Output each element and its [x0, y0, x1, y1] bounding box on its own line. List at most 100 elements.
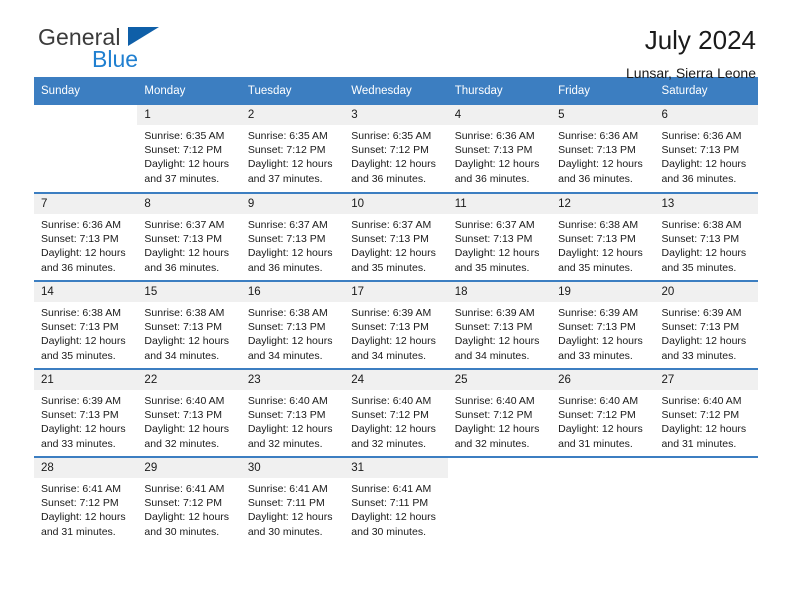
calendar-day-cell[interactable]: 21 Sunrise: 6:39 AM Sunset: 7:13 PM Dayligh… — [34, 368, 138, 457]
day-number: 13 — [654, 194, 758, 214]
day-detail-line: Sunset: 7:13 PM — [351, 321, 429, 334]
day-detail-line: and 32 minutes. — [351, 437, 426, 450]
day-details: Sunrise: 6:38 AM Sunset: 7:13 PM Daylight:… — [241, 302, 344, 363]
day-detail-line: Daylight: 12 hours — [41, 511, 126, 524]
day-detail-line: Sunset: 7:13 PM — [41, 409, 119, 422]
day-number: 19 — [551, 282, 655, 302]
calendar-day-cell[interactable]: 15 Sunrise: 6:38 AM Sunset: 7:13 PM Dayligh… — [137, 280, 241, 369]
calendar-cell-empty — [447, 456, 552, 545]
day-number: 1 — [137, 105, 241, 125]
calendar-day-cell[interactable]: 3 Sunrise: 6:35 AM Sunset: 7:12 PM Daylight… — [344, 105, 448, 193]
calendar-day-cell[interactable]: 23 Sunrise: 6:40 AM Sunset: 7:13 PM Dayligh… — [240, 368, 345, 457]
calendar-day-cell[interactable]: 18 Sunrise: 6:39 AM Sunset: 7:13 PM Dayligh… — [447, 280, 552, 369]
calendar-day-cell[interactable]: 13 Sunrise: 6:38 AM Sunset: 7:13 PM Dayligh… — [654, 192, 758, 281]
calendar-day-cell[interactable]: 28 Sunrise: 6:41 AM Sunset: 7:12 PM Dayligh… — [34, 456, 138, 545]
calendar-day-cell[interactable]: 5 Sunrise: 6:36 AM Sunset: 7:13 PM Daylight… — [551, 105, 655, 193]
calendar-week-row: 28 Sunrise: 6:41 AM Sunset: 7:12 PM Dayligh… — [34, 456, 758, 545]
day-number: 6 — [654, 105, 758, 125]
calendar-week-row: 14 Sunrise: 6:38 AM Sunset: 7:13 PM Dayligh… — [34, 280, 758, 369]
day-detail-line: and 30 minutes. — [247, 525, 323, 538]
day-detail-line: and 36 minutes. — [144, 261, 220, 274]
day-details: Sunrise: 6:41 AM Sunset: 7:11 PM Daylight:… — [241, 478, 344, 539]
day-details: Sunrise: 6:37 AM Sunset: 7:13 PM Daylight:… — [137, 214, 240, 275]
day-number: 2 — [240, 105, 345, 125]
day-number: 22 — [137, 370, 241, 390]
day-detail-line: Sunset: 7:13 PM — [247, 233, 326, 246]
calendar-day-cell[interactable]: 19 Sunrise: 6:39 AM Sunset: 7:13 PM Dayligh… — [551, 280, 655, 369]
day-detail-line: Sunrise: 6:35 AM — [144, 130, 225, 142]
calendar-week-row: 7 Sunrise: 6:36 AM Sunset: 7:13 PM Daylight… — [34, 192, 758, 281]
day-detail-line: Sunset: 7:13 PM — [558, 144, 636, 157]
day-detail-line: and 30 minutes. — [144, 525, 220, 538]
day-detail-line: Sunset: 7:13 PM — [661, 321, 740, 334]
calendar-day-cell[interactable]: 25 Sunrise: 6:40 AM Sunset: 7:12 PM Dayligh… — [447, 368, 552, 457]
day-detail-line: Daylight: 12 hours — [41, 423, 126, 436]
day-detail-line: and 33 minutes. — [558, 349, 633, 362]
day-detail-line: Daylight: 12 hours — [351, 511, 436, 524]
day-details: Sunrise: 6:40 AM Sunset: 7:12 PM Daylight:… — [655, 390, 758, 451]
calendar-day-cell[interactable]: 6 Sunrise: 6:36 AM Sunset: 7:13 PM Daylight… — [654, 105, 758, 193]
day-details: Sunrise: 6:39 AM Sunset: 7:13 PM Daylight:… — [344, 302, 447, 363]
day-detail-line: Daylight: 12 hours — [41, 247, 126, 260]
day-number — [551, 458, 655, 478]
calendar-day-cell[interactable]: 11 Sunrise: 6:37 AM Sunset: 7:13 PM Dayligh… — [447, 192, 552, 281]
day-detail-line: Daylight: 12 hours — [247, 423, 333, 436]
day-detail-line: Sunrise: 6:37 AM — [351, 219, 432, 231]
day-detail-line: and 34 minutes. — [144, 349, 220, 362]
calendar-day-cell[interactable]: 30 Sunrise: 6:41 AM Sunset: 7:11 PM Dayligh… — [240, 456, 345, 545]
day-detail-line: Sunset: 7:13 PM — [41, 321, 119, 334]
day-detail-line: Sunset: 7:13 PM — [144, 321, 223, 334]
day-number: 12 — [551, 194, 655, 214]
day-number: 31 — [344, 458, 448, 478]
calendar-page: General Blue July 2024 Lunsar, Sierra Le… — [0, 0, 792, 612]
day-detail-line: Daylight: 12 hours — [558, 158, 643, 171]
day-details: Sunrise: 6:39 AM Sunset: 7:13 PM Daylight:… — [655, 302, 758, 363]
day-details — [551, 478, 654, 482]
calendar-day-cell[interactable]: 7 Sunrise: 6:36 AM Sunset: 7:13 PM Daylight… — [34, 192, 138, 281]
day-detail-line: Sunrise: 6:38 AM — [247, 307, 328, 319]
calendar-day-cell[interactable]: 20 Sunrise: 6:39 AM Sunset: 7:13 PM Dayligh… — [654, 280, 758, 369]
day-detail-line: and 30 minutes. — [351, 525, 426, 538]
calendar-day-cell[interactable]: 24 Sunrise: 6:40 AM Sunset: 7:12 PM Dayligh… — [344, 368, 448, 457]
day-detail-line: Sunrise: 6:39 AM — [454, 307, 535, 319]
day-details: Sunrise: 6:38 AM Sunset: 7:13 PM Daylight:… — [655, 214, 758, 275]
day-number: 15 — [137, 282, 241, 302]
calendar-day-cell[interactable]: 17 Sunrise: 6:39 AM Sunset: 7:13 PM Dayligh… — [344, 280, 448, 369]
calendar-day-cell[interactable]: 26 Sunrise: 6:40 AM Sunset: 7:12 PM Dayligh… — [551, 368, 655, 457]
day-detail-line: Sunset: 7:13 PM — [247, 321, 326, 334]
calendar-day-cell[interactable]: 29 Sunrise: 6:41 AM Sunset: 7:12 PM Dayligh… — [137, 456, 241, 545]
day-detail-line: Sunrise: 6:36 AM — [454, 130, 535, 142]
calendar-day-cell[interactable]: 9 Sunrise: 6:37 AM Sunset: 7:13 PM Daylight… — [240, 192, 345, 281]
day-detail-line: Daylight: 12 hours — [247, 158, 333, 171]
calendar-day-cell[interactable]: 4 Sunrise: 6:36 AM Sunset: 7:13 PM Daylight… — [447, 105, 552, 193]
calendar-day-cell[interactable]: 2 Sunrise: 6:35 AM Sunset: 7:12 PM Daylight… — [240, 105, 345, 193]
title-block: July 2024 Lunsar, Sierra Leone — [626, 24, 758, 84]
day-detail-line: Daylight: 12 hours — [144, 247, 230, 260]
day-detail-line: Sunset: 7:13 PM — [558, 233, 636, 246]
day-detail-line: Daylight: 12 hours — [661, 423, 747, 436]
calendar-day-cell[interactable]: 10 Sunrise: 6:37 AM Sunset: 7:13 PM Dayligh… — [344, 192, 448, 281]
day-detail-line: Sunrise: 6:37 AM — [144, 219, 225, 231]
day-detail-line: and 36 minutes. — [558, 172, 633, 185]
day-details: Sunrise: 6:38 AM Sunset: 7:13 PM Daylight:… — [137, 302, 240, 363]
calendar-day-cell[interactable]: 12 Sunrise: 6:38 AM Sunset: 7:13 PM Dayligh… — [551, 192, 655, 281]
day-detail-line: and 33 minutes. — [41, 437, 116, 450]
day-details: Sunrise: 6:35 AM Sunset: 7:12 PM Daylight:… — [137, 125, 240, 186]
calendar-day-cell[interactable]: 14 Sunrise: 6:38 AM Sunset: 7:13 PM Dayligh… — [34, 280, 138, 369]
day-detail-line: Sunrise: 6:37 AM — [454, 219, 535, 231]
day-details: Sunrise: 6:40 AM Sunset: 7:12 PM Daylight:… — [448, 390, 551, 451]
day-detail-line: Sunset: 7:13 PM — [454, 144, 533, 157]
calendar-day-cell[interactable]: 1 Sunrise: 6:35 AM Sunset: 7:12 PM Daylight… — [137, 105, 241, 193]
calendar-day-cell[interactable]: 8 Sunrise: 6:37 AM Sunset: 7:13 PM Daylight… — [137, 192, 241, 281]
calendar-day-cell[interactable]: 27 Sunrise: 6:40 AM Sunset: 7:12 PM Dayligh… — [654, 368, 758, 457]
day-detail-line: and 35 minutes. — [661, 261, 737, 274]
day-detail-line: Daylight: 12 hours — [41, 335, 126, 348]
day-detail-line: Daylight: 12 hours — [247, 247, 333, 260]
calendar-day-cell[interactable]: 16 Sunrise: 6:38 AM Sunset: 7:13 PM Dayligh… — [240, 280, 345, 369]
day-detail-line: Sunrise: 6:40 AM — [454, 395, 535, 407]
calendar-day-cell[interactable]: 22 Sunrise: 6:40 AM Sunset: 7:13 PM Dayligh… — [137, 368, 241, 457]
day-detail-line: Sunset: 7:13 PM — [661, 144, 740, 157]
calendar-day-cell[interactable]: 31 Sunrise: 6:41 AM Sunset: 7:11 PM Dayligh… — [344, 456, 448, 545]
day-detail-line: Daylight: 12 hours — [247, 335, 333, 348]
day-detail-line: and 31 minutes. — [558, 437, 633, 450]
